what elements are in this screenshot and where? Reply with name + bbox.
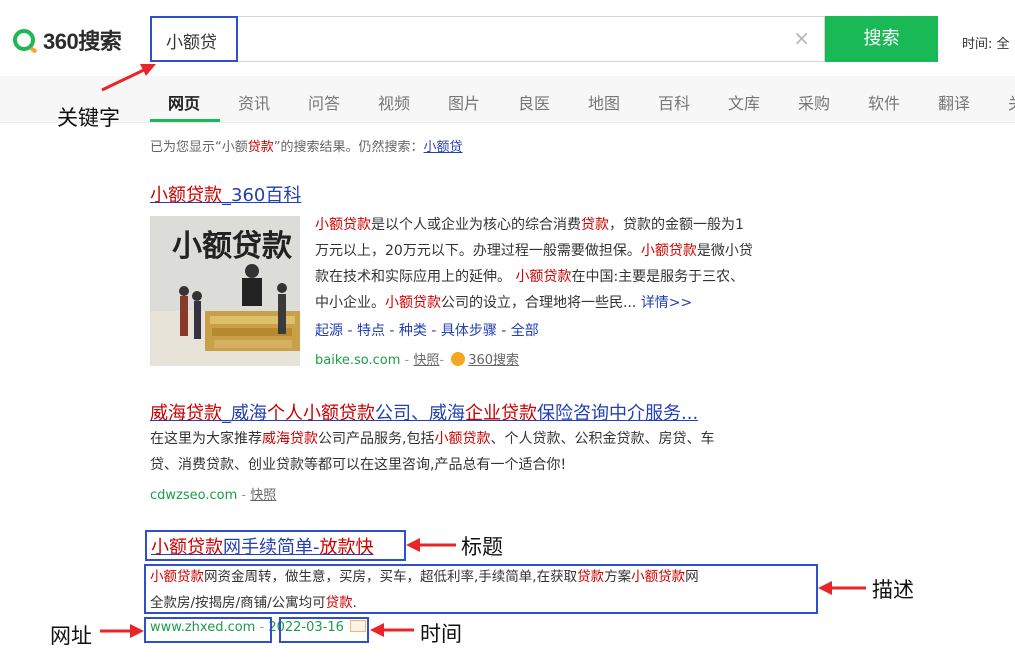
annotation-arrows (100, 64, 866, 638)
annotation-time: 时间 (420, 622, 462, 646)
annotation-title: 标题 (461, 535, 503, 559)
annotation-description: 描述 (872, 578, 914, 602)
annotation-url: 网址 (50, 624, 92, 648)
annotation-keyword: 关键字 (57, 106, 120, 130)
